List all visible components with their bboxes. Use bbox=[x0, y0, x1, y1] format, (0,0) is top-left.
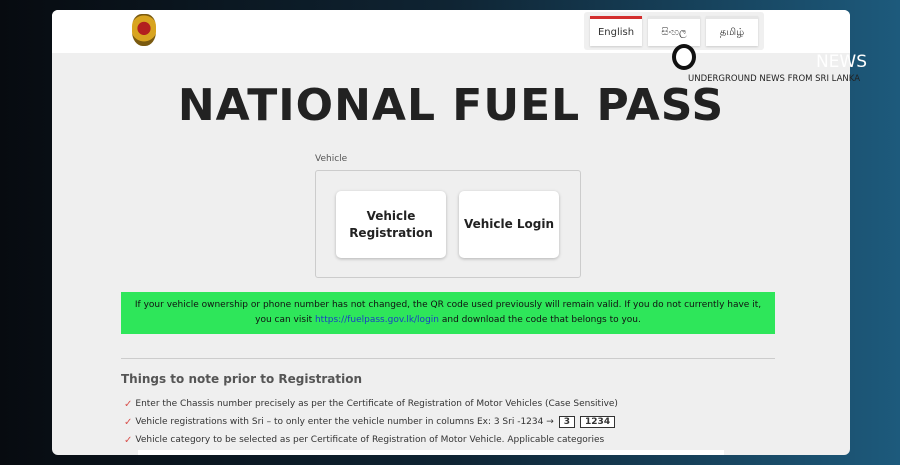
watermark-eye-icon bbox=[672, 44, 696, 70]
notes-list: ✓ Enter the Chassis number precisely as p… bbox=[124, 395, 618, 449]
lang-english[interactable]: English bbox=[590, 16, 642, 46]
qr-notice: If your vehicle ownership or phone numbe… bbox=[121, 292, 775, 334]
list-item: ✓ Vehicle category to be selected as per … bbox=[124, 431, 618, 449]
categories-table bbox=[138, 450, 724, 455]
example-box: 1234 bbox=[580, 416, 616, 428]
note-text: Vehicle category to be selected as per C… bbox=[135, 435, 605, 445]
list-item: ✓ Vehicle registrations with Sri – to onl… bbox=[124, 413, 618, 431]
fuelpass-login-link[interactable]: https://fuelpass.gov.lk/login bbox=[315, 315, 439, 325]
note-text: Vehicle registrations with Sri – to only… bbox=[135, 417, 554, 427]
watermark-tagline: UNDERGROUND NEWS FROM SRI LANKA bbox=[688, 74, 861, 84]
vehicle-options: Vehicle Registration Vehicle Login bbox=[315, 170, 581, 278]
check-icon: ✓ bbox=[124, 398, 133, 410]
check-icon: ✓ bbox=[124, 416, 133, 428]
notes-heading: Things to note prior to Registration bbox=[121, 372, 363, 386]
note-text: Enter the Chassis number precisely as pe… bbox=[135, 399, 618, 409]
vehicle-registration-button[interactable]: Vehicle Registration bbox=[336, 191, 446, 258]
sri-lanka-emblem-icon bbox=[132, 14, 156, 46]
check-icon: ✓ bbox=[124, 434, 133, 446]
watermark: NEWS UNDERGROUND NEWS FROM SRI LANKA bbox=[670, 38, 875, 88]
divider bbox=[121, 358, 775, 359]
list-item: ✓ Enter the Chassis number precisely as p… bbox=[124, 395, 618, 413]
vehicle-label: Vehicle bbox=[315, 154, 348, 164]
notice-text-end: and download the code that belongs to yo… bbox=[438, 314, 641, 325]
vehicle-login-button[interactable]: Vehicle Login bbox=[459, 191, 559, 258]
example-box: 3 bbox=[558, 416, 576, 428]
watermark-news: NEWS bbox=[815, 52, 867, 72]
